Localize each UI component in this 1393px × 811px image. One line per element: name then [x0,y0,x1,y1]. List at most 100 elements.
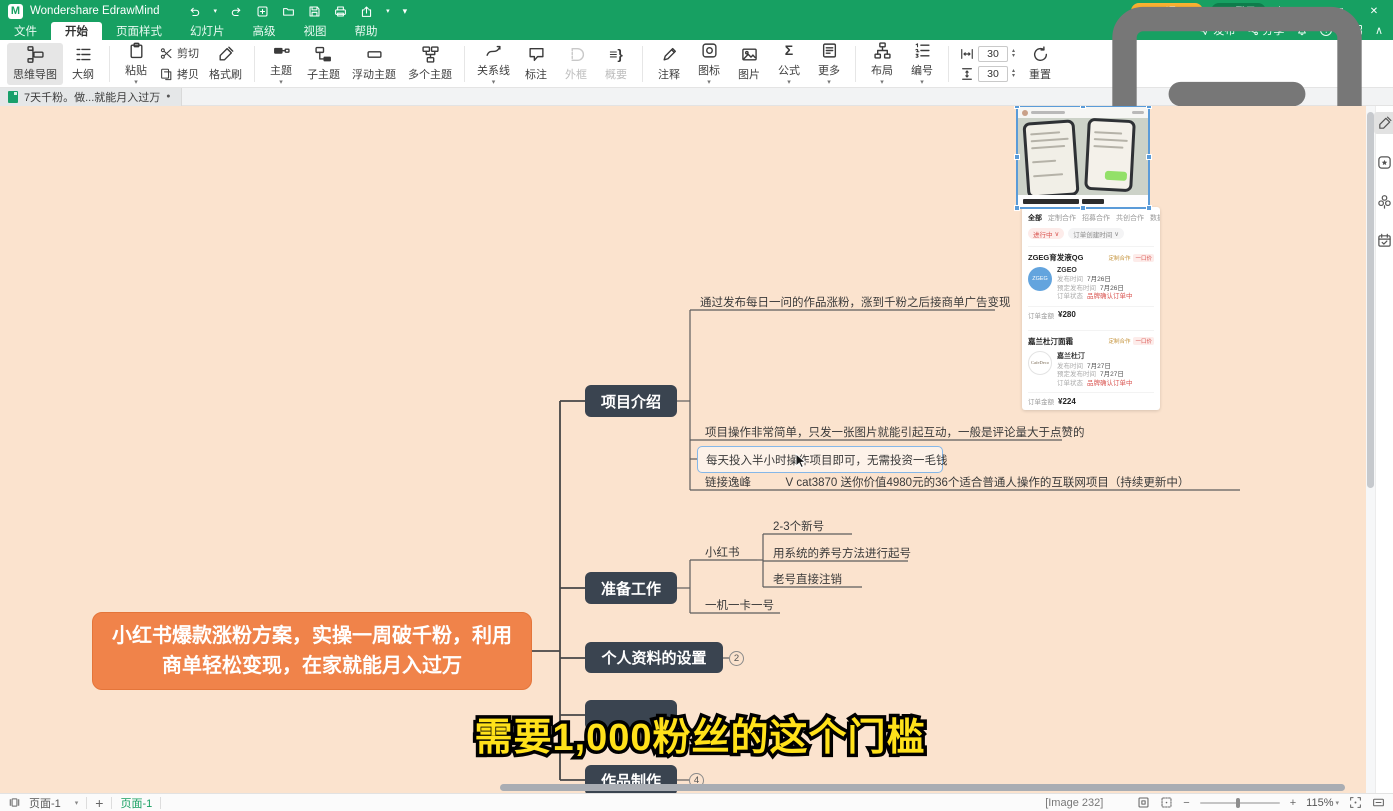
paste-caret-icon: ▾ [134,81,138,85]
menu-slides[interactable]: 幻灯片 [176,22,239,40]
layout-button[interactable]: 布局 ▾ [862,39,902,88]
mindmap-canvas[interactable]: 小红书爆款涨粉方案，实操一周破千粉，利用商单轻松变现，在家就能月入过万 项目介绍… [0,106,1366,793]
branch-profile-setup[interactable]: 个人资料的设置 [585,642,723,673]
undo-icon[interactable] [188,5,201,18]
menu-view[interactable]: 视图 [290,22,341,40]
topic-easy-operation[interactable]: 项目操作非常简单，只发一张图片就能引起互动，一般是评论量大于点赞的 [705,424,1085,440]
relationship-panel-button[interactable] [1374,190,1393,212]
task-panel-button[interactable] [1374,229,1393,251]
export-caret-icon[interactable]: ▾ [386,7,390,15]
style-panel-button[interactable] [1374,112,1393,134]
topic-new-accounts[interactable]: 2-3个新号 [773,518,824,534]
zoom-slider-thumb[interactable] [1236,798,1240,808]
print-icon[interactable] [334,5,347,18]
subtopic-button[interactable]: 子主题 [301,43,346,85]
menu-advanced[interactable]: 高级 [239,22,290,40]
mindmap-view-button[interactable]: 思维导图 [7,43,63,85]
h-spacing-input[interactable]: 30 [978,46,1008,62]
floating-topic-button[interactable]: 浮动主题 [346,43,402,85]
topic-xiaohongshu[interactable]: 小红书 [705,544,740,560]
layout-label: 布局 [871,62,893,78]
zoom-slider[interactable] [1200,802,1280,804]
fit-to-screen-icon[interactable] [1349,796,1362,809]
menu-page-style[interactable]: 页面样式 [102,22,176,40]
undo-caret-icon[interactable]: ▾ [214,7,218,15]
paste-label: 粘贴 [125,62,147,78]
export-icon[interactable] [360,5,373,18]
zoom-caret-icon: ▾ [1335,799,1339,807]
formula-icon: Σ [785,42,793,59]
vertical-scrollbar[interactable] [1367,112,1374,488]
new-document-icon[interactable] [256,5,269,18]
customize-toolbar-icon[interactable]: ▾ [403,6,408,17]
add-page-button[interactable]: + [95,795,103,811]
outline-view-button[interactable]: 大纲 [63,43,103,85]
zoom-in-button[interactable]: + [1290,797,1296,809]
floating-topic-icon [366,46,383,63]
h-spacing-stepper[interactable]: ▴▾ [1012,49,1015,59]
copy-button[interactable]: 拷贝 [160,66,199,82]
comment-icon [661,46,678,63]
central-topic[interactable]: 小红书爆款涨粉方案，实操一周破千粉，利用商单轻松变现，在家就能月入过万 [92,612,532,690]
layout-caret-icon: ▾ [880,81,884,85]
more-button[interactable]: 更多 ▾ [809,39,849,88]
picture-button[interactable]: 图片 [729,43,769,85]
comment-button[interactable]: 注释 [649,43,689,85]
topic-label: 主题 [270,62,292,78]
redo-icon[interactable] [230,5,243,18]
topic-half-hour-selected[interactable]: 每天投入半小时操作项目即可，无需投资一毛钱 [697,446,943,473]
callout-icon [528,46,545,63]
paste-button[interactable]: 粘贴 ▾ [116,39,156,88]
topic-one-device-one-account[interactable]: 一机一卡一号 [705,597,774,613]
document-icon [8,91,18,103]
zoom-level-dropdown[interactable]: 115% ▾ [1306,797,1339,809]
summary-button[interactable]: ≡} 概要 [596,43,636,85]
v-spacing-stepper[interactable]: ▴▾ [1012,69,1015,79]
topic-contact-link[interactable]: 链接逸峰 V cat3870 送你价值4980元的36个适合普通人操作的互联网项… [705,474,1189,490]
boundary-button[interactable]: 外框 [556,43,596,85]
topic-icon [273,42,290,59]
page-tab[interactable]: 页面-1 [120,795,152,811]
order-title: ZGEG育发液QG [1028,252,1083,263]
reset-icon [1032,46,1049,63]
boundary-label: 外框 [565,66,587,82]
relationship-button[interactable]: 关系线 ▾ [471,39,516,88]
menu-help[interactable]: 帮助 [341,22,392,40]
fullscreen-icon[interactable] [1160,796,1173,809]
outline-icon [75,46,92,63]
floating-image-orders[interactable]: 全部 定制合作 招募合作 共创合作 数据合作 进行中 ∨ 订单创建时间 ∨ ZG… [1022,207,1160,410]
profile-collapse-badge[interactable]: 2 [729,651,744,666]
image-text-line [1132,111,1144,114]
v-spacing-input[interactable]: 30 [978,66,1008,82]
cut-button[interactable]: 剪切 [160,45,199,61]
multi-topic-button[interactable]: 多个主题 [402,43,458,85]
page-selector-dropdown[interactable]: 页面-1 ▾ [29,795,78,811]
callout-button[interactable]: 标注 [516,43,556,85]
pages-icon[interactable] [8,796,21,809]
branch-project-intro[interactable]: 项目介绍 [585,385,677,417]
horizontal-scrollbar[interactable] [500,784,1345,791]
open-file-icon[interactable] [282,5,295,18]
icon-button[interactable]: 图标 ▾ [689,39,729,88]
fit-page-icon[interactable] [1137,796,1150,809]
document-tab[interactable]: 7天千粉。做...就能月入过万 ● [0,88,182,106]
reset-label: 重置 [1029,66,1051,82]
menu-file[interactable]: 文件 [0,22,51,40]
collapse-statusbar-icon[interactable] [1372,796,1385,809]
save-icon[interactable] [308,5,321,18]
reset-button[interactable]: 重置 [1020,43,1060,85]
more-icon [821,42,838,59]
menu-home[interactable]: 开始 [51,22,102,40]
topic-button[interactable]: 主题 ▾ [261,39,301,88]
format-painter-button[interactable]: 格式刷 [203,43,248,85]
numbering-button[interactable]: 编号 ▾ [902,39,942,88]
floating-image-phones[interactable] [1018,107,1148,207]
sticker-panel-button[interactable] [1374,151,1393,173]
topic-daily-question[interactable]: 通过发布每日一问的作品涨粉，涨到千粉之后接商单广告变现 [700,294,1011,310]
branch-preparation[interactable]: 准备工作 [585,572,677,604]
zoom-out-button[interactable]: − [1183,797,1189,809]
topic-account-nurturing[interactable]: 用系统的养号方法进行起号 [773,545,911,561]
topic-cancel-old-accounts[interactable]: 老号直接注销 [773,571,842,587]
layout-icon [874,42,891,59]
formula-button[interactable]: Σ 公式 ▾ [769,39,809,88]
